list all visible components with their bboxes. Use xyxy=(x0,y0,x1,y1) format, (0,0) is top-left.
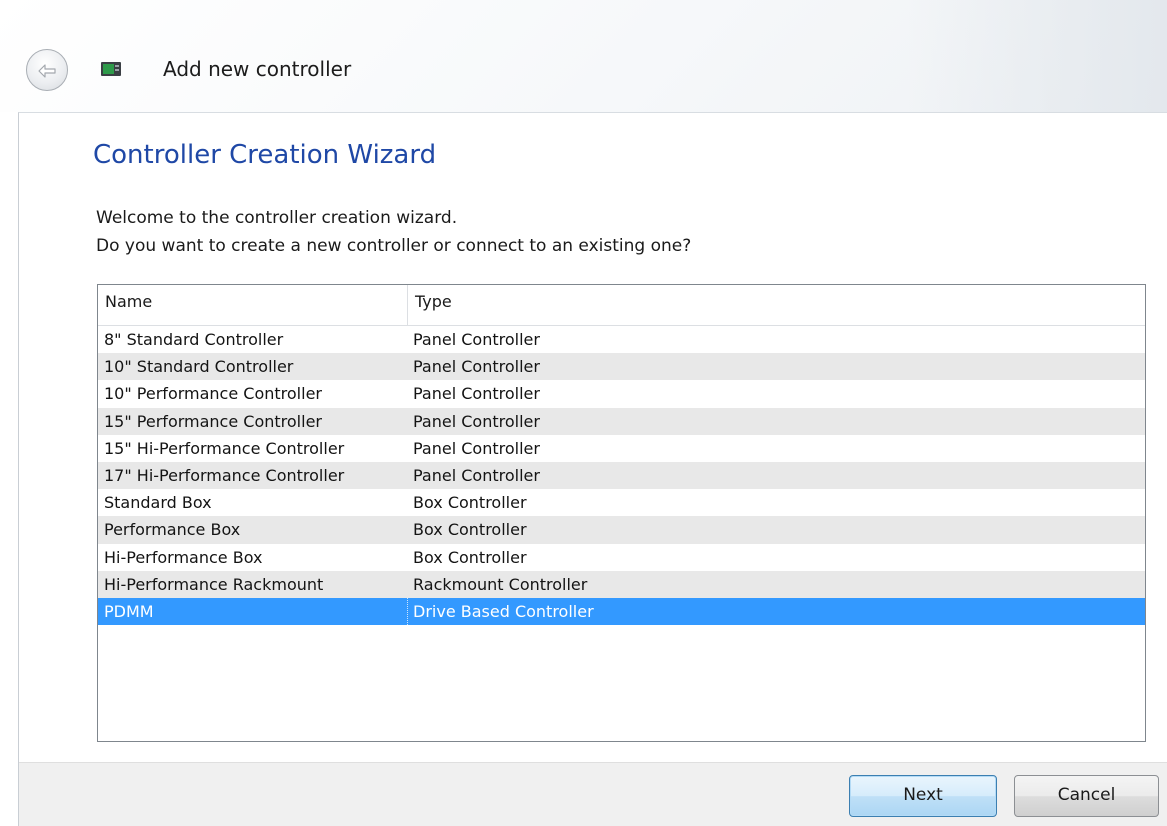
controller-name-cell: 15" Performance Controller xyxy=(104,411,322,431)
column-header-name[interactable]: Name xyxy=(98,285,408,325)
list-item[interactable]: 10" Standard Controller Panel Controller xyxy=(98,353,1145,381)
controller-name-cell: Standard Box xyxy=(104,493,212,513)
controller-name-cell: PDMM xyxy=(98,597,408,626)
controller-name-cell: 8" Standard Controller xyxy=(104,330,284,349)
controller-type-cell: Panel Controller xyxy=(413,384,540,404)
list-item[interactable]: 15" Hi-Performance Controller Panel Contr… xyxy=(98,435,1145,462)
wizard-title: Controller Creation Wizard xyxy=(93,140,437,170)
list-item[interactable]: Standard Box Box Controller xyxy=(98,489,1145,516)
controller-type-cell: Panel Controller xyxy=(413,411,540,431)
controller-type-cell: Panel Controller xyxy=(413,330,540,349)
list-item[interactable]: Hi-Performance Rackmount Rackmount Contro… xyxy=(98,570,1145,598)
next-button[interactable]: Next xyxy=(849,775,997,817)
cancel-button[interactable]: Cancel xyxy=(1014,775,1159,817)
welcome-text: Welcome to the controller creation wizar… xyxy=(96,208,458,228)
list-item[interactable]: PDMM Drive Based Controller xyxy=(98,597,1145,626)
controller-type-cell: Panel Controller xyxy=(413,438,540,458)
controller-name-cell: 15" Hi-Performance Controller xyxy=(104,438,345,458)
controller-type-cell: Box Controller xyxy=(413,493,527,513)
title-bar-gradient xyxy=(907,0,1167,112)
list-item[interactable]: 15" Performance Controller Panel Controll… xyxy=(98,407,1145,435)
controller-name-cell: Hi-Performance Rackmount xyxy=(104,574,324,594)
controller-type-cell: Drive Based Controller xyxy=(413,601,594,621)
list-item[interactable]: 17" Hi-Performance Controller Panel Contr… xyxy=(98,461,1145,490)
controller-name-cell: 10" Standard Controller xyxy=(104,357,294,377)
controller-type-cell: Box Controller xyxy=(413,547,527,567)
controller-name-cell: 17" Hi-Performance Controller xyxy=(104,465,345,485)
column-header-type[interactable]: Type xyxy=(408,285,1143,325)
list-body: 8" Standard Controller Panel Controller 10… xyxy=(98,326,1145,626)
controller-type-cell: Panel Controller xyxy=(413,357,540,377)
title-bar xyxy=(0,0,1167,112)
back-button[interactable] xyxy=(26,49,68,91)
list-item[interactable]: Hi-Performance Box Box Controller xyxy=(98,544,1145,571)
list-header: Name Type xyxy=(98,285,1145,326)
controller-type-cell: Rackmount Controller xyxy=(413,574,588,594)
question-text: Do you want to create a new controller o… xyxy=(96,236,692,256)
controller-list[interactable]: Name Type 8" Standard Controller Panel Co… xyxy=(97,284,1146,742)
window-title: Add new controller xyxy=(163,57,352,81)
controller-icon xyxy=(101,62,121,76)
controller-name-cell: 10" Performance Controller xyxy=(104,384,322,404)
list-item[interactable]: Performance Box Box Controller xyxy=(98,516,1145,544)
controller-type-cell: Panel Controller xyxy=(413,465,540,485)
list-item[interactable]: 10" Performance Controller Panel Controll… xyxy=(98,380,1145,407)
back-arrow-icon xyxy=(38,64,56,78)
controller-type-cell: Box Controller xyxy=(413,520,527,540)
controller-name-cell: Hi-Performance Box xyxy=(104,547,263,567)
list-item[interactable]: 8" Standard Controller Panel Controller xyxy=(98,326,1145,353)
controller-name-cell: Performance Box xyxy=(104,520,241,540)
